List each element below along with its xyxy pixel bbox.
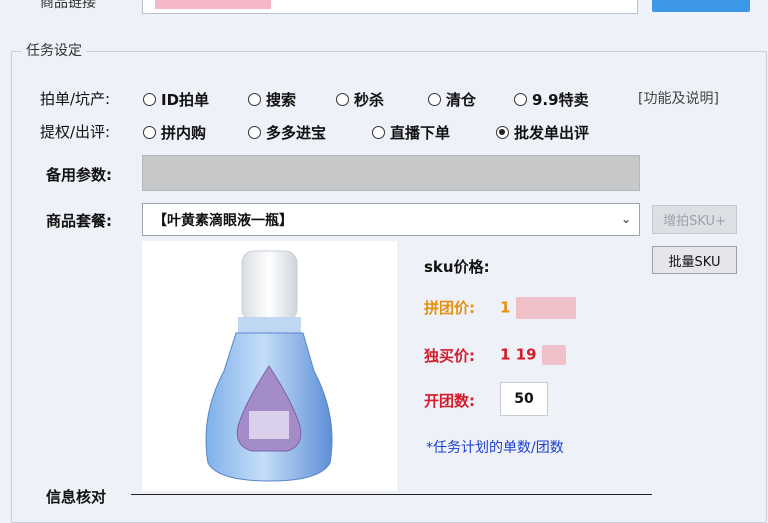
- group-count-input[interactable]: 50: [500, 382, 548, 416]
- solo-price-value: 1 19: [500, 345, 566, 365]
- group-count-label: 开团数:: [424, 392, 475, 410]
- radio-duoduo-jinbao[interactable]: 多多进宝: [248, 122, 326, 143]
- info-check-label: 信息核对: [46, 488, 107, 506]
- radio-pin-neigou[interactable]: 拼内购: [143, 122, 206, 143]
- radio-9-9-special[interactable]: 9.9特卖: [514, 89, 589, 110]
- group-price-value: 1: [500, 297, 576, 319]
- package-value: 【叶黄素滴眼液一瓶】: [153, 212, 293, 229]
- radio-dot[interactable]: [336, 93, 349, 106]
- sku-price-label: sku价格:: [424, 258, 490, 276]
- solo-price-label: 独买价:: [424, 347, 475, 365]
- task-plan-hint: *任务计划的单数/团数: [426, 440, 564, 456]
- backup-param-label: 备用参数:: [46, 166, 112, 184]
- radio-live-order[interactable]: 直播下单: [372, 122, 450, 143]
- help-link[interactable]: [功能及说明]: [638, 88, 719, 108]
- fetch-button[interactable]: [652, 0, 750, 12]
- package-select[interactable]: 【叶黄素滴眼液一瓶】 ⌄: [142, 203, 640, 236]
- product-image: [142, 241, 397, 491]
- divider: [131, 494, 652, 495]
- backup-param-field[interactable]: [142, 155, 640, 191]
- radio-dot[interactable]: [143, 93, 156, 106]
- radio-search[interactable]: 搜索: [248, 89, 296, 110]
- radio-dot[interactable]: [248, 126, 261, 139]
- radio-dot[interactable]: [248, 93, 261, 106]
- eye-drop-bottle-image: [205, 250, 333, 482]
- radio-id-order[interactable]: ID拍单: [143, 89, 209, 110]
- radio-flash-sale[interactable]: 秒杀: [336, 89, 384, 110]
- package-label: 商品套餐:: [46, 212, 112, 230]
- product-link-label: 商品链接: [40, 0, 96, 11]
- radio-clearance[interactable]: 清仓: [428, 89, 476, 110]
- radio-dot-selected[interactable]: [496, 126, 509, 139]
- group-price-label: 拼团价:: [424, 299, 475, 317]
- order-type-label: 拍单/坑产:: [40, 90, 111, 108]
- radio-dot[interactable]: [514, 93, 527, 106]
- batch-sku-button[interactable]: 批量SKU: [652, 246, 737, 274]
- radio-dot[interactable]: [372, 126, 385, 139]
- radio-wholesale-review[interactable]: 批发单出评: [496, 122, 589, 143]
- task-settings-title: 任务设定: [22, 40, 86, 60]
- boost-label: 提权/出评:: [40, 123, 111, 141]
- chevron-down-icon[interactable]: ⌄: [621, 212, 631, 226]
- radio-dot[interactable]: [428, 93, 441, 106]
- add-sku-button[interactable]: 增拍SKU+: [652, 205, 737, 234]
- product-link-input[interactable]: [142, 0, 638, 14]
- radio-dot[interactable]: [143, 126, 156, 139]
